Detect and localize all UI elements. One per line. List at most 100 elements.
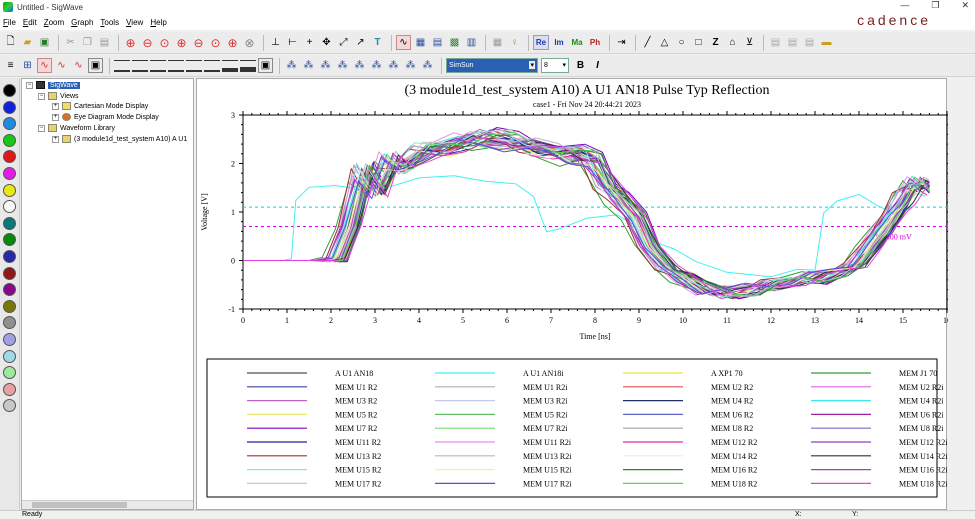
draw-rect-icon[interactable]: □	[691, 35, 706, 50]
draw-triangle-icon[interactable]: △	[657, 35, 672, 50]
marker-style-icon[interactable]: ⁂	[318, 58, 333, 73]
color-swatch[interactable]	[3, 399, 16, 413]
collapse-icon[interactable]: −	[26, 81, 33, 89]
color-swatch[interactable]	[3, 183, 16, 197]
tree-node-cartesian[interactable]: + Cartesian Mode Display	[52, 102, 148, 110]
close-button[interactable]: ✕	[961, 0, 969, 11]
phase-button[interactable]: Ph	[587, 35, 603, 50]
color-swatch[interactable]	[3, 266, 16, 280]
waveform-style2-icon[interactable]: ∿	[54, 58, 69, 73]
measure-icon[interactable]: ⤢	[336, 35, 351, 50]
color-swatch[interactable]	[3, 100, 16, 114]
tree-node-eye-diagram[interactable]: + Eye Diagram Mode Display	[52, 113, 159, 121]
color-swatch[interactable]	[3, 200, 16, 214]
color-swatch[interactable]	[3, 84, 16, 97]
line-width-icon[interactable]: ▣	[258, 58, 273, 73]
marker-style-icon[interactable]: ⁂	[420, 58, 435, 73]
zoom-x-icon[interactable]: ⊕	[174, 35, 189, 50]
font-size-select[interactable]: 8 ▾	[541, 58, 569, 73]
expand-icon[interactable]: +	[52, 102, 59, 110]
color-swatch[interactable]	[3, 349, 16, 363]
expand-icon[interactable]: +	[52, 135, 59, 143]
color-swatch[interactable]	[3, 150, 16, 164]
highlight-icon[interactable]: ▬	[819, 35, 834, 50]
move-icon[interactable]: ✥	[319, 35, 334, 50]
pin-icon[interactable]: ⇥	[614, 35, 629, 50]
new-file-icon[interactable]: 🗋	[3, 35, 18, 50]
imaginary-part-button[interactable]: Im	[551, 35, 567, 50]
vertical-scrollbar[interactable]	[948, 78, 966, 510]
cursor-h-icon[interactable]: ⊢	[285, 35, 300, 50]
table-view-icon[interactable]: ▦	[413, 35, 428, 50]
marker-style-icon[interactable]: ⁂	[284, 58, 299, 73]
line-style-icon[interactable]	[168, 59, 184, 72]
align-left-icon[interactable]: ▤	[768, 35, 783, 50]
color-swatch[interactable]	[3, 117, 16, 131]
marker-style-icon[interactable]: ⁂	[301, 58, 316, 73]
minimize-button[interactable]: —	[900, 0, 909, 11]
marker-style-icon[interactable]: ⁂	[369, 58, 384, 73]
color-swatch[interactable]	[3, 167, 16, 180]
list-view-icon[interactable]: ▤	[430, 35, 445, 50]
draw-circle-icon[interactable]: ○	[674, 35, 689, 50]
zoom-y-icon[interactable]: ⊖	[191, 35, 206, 50]
save-icon[interactable]: ▣	[37, 35, 52, 50]
menu-file[interactable]: File	[3, 18, 16, 27]
color-swatch[interactable]	[3, 133, 16, 147]
line-style-icon[interactable]	[240, 59, 256, 72]
line-style-icon[interactable]	[114, 59, 130, 72]
menu-zoom[interactable]: Zoom	[44, 18, 64, 27]
menu-graph[interactable]: Graph	[71, 18, 93, 27]
eye-view-icon[interactable]: ▩	[447, 35, 462, 50]
color-swatch[interactable]	[3, 382, 16, 396]
print-view-icon[interactable]: ▥	[464, 35, 479, 50]
wide-waveform-icon[interactable]: ▣	[88, 58, 103, 73]
color-swatch[interactable]	[3, 250, 16, 263]
tree-node-waveform[interactable]: + (3 module1d_test_system A10) A U1	[52, 135, 187, 143]
collapse-icon[interactable]: −	[38, 92, 45, 100]
color-swatch[interactable]	[3, 366, 16, 380]
copy-icon[interactable]: ❐	[80, 35, 95, 50]
waveform-view-icon[interactable]: ∿	[396, 35, 411, 50]
zoom-box-icon[interactable]: ⊙	[208, 35, 223, 50]
menu-tools[interactable]: Tools	[100, 18, 119, 27]
collapse-icon[interactable]: −	[38, 124, 45, 132]
align-center-icon[interactable]: ▤	[785, 35, 800, 50]
color-swatch[interactable]	[3, 283, 16, 297]
cut-icon[interactable]: ✂	[63, 35, 78, 50]
line-style-icon[interactable]	[132, 59, 148, 72]
paste-icon[interactable]: ▤	[97, 35, 112, 50]
waveform-style-icon[interactable]: ∿	[37, 58, 52, 73]
marker-style-icon[interactable]: ⁂	[335, 58, 350, 73]
color-swatch[interactable]	[3, 216, 16, 230]
probe-icon[interactable]: ♀	[507, 35, 522, 50]
menu-help[interactable]: Help	[150, 18, 166, 27]
marker-style-icon[interactable]: ⁂	[386, 58, 401, 73]
real-part-button[interactable]: Re	[533, 35, 549, 50]
zoom-fit-icon[interactable]: ⊙	[157, 35, 172, 50]
marker-icon[interactable]: ⊥	[268, 35, 283, 50]
expand-icon[interactable]: +	[52, 113, 59, 121]
color-swatch[interactable]	[3, 233, 16, 247]
line-style-icon[interactable]	[150, 59, 166, 72]
measure-tool-icon[interactable]: ⊞	[20, 58, 35, 73]
text-tool-icon[interactable]: T	[370, 35, 385, 50]
grid-icon[interactable]: ▦	[490, 35, 505, 50]
menu-view[interactable]: View	[126, 18, 143, 27]
waveform-chart[interactable]: (3 module1d_test_system A10) A U1 AN18 P…	[197, 79, 948, 511]
tree-node-library[interactable]: − Waveform Library	[38, 124, 115, 132]
italic-button[interactable]: I	[590, 58, 605, 73]
line-style-icon[interactable]	[186, 59, 202, 72]
open-folder-icon[interactable]: ▰	[20, 35, 35, 50]
magnitude-button[interactable]: Ma	[569, 35, 585, 50]
color-swatch[interactable]	[3, 316, 16, 330]
marker-style-icon[interactable]: ⁂	[403, 58, 418, 73]
scrollbar-thumb[interactable]	[32, 502, 127, 508]
tree-node-views[interactable]: − Views	[38, 92, 79, 100]
maximize-button[interactable]: ❐	[931, 0, 939, 11]
draw-polygon-icon[interactable]: ⌂	[725, 35, 740, 50]
marker-style-icon[interactable]: ⁂	[352, 58, 367, 73]
color-swatch[interactable]	[3, 299, 16, 313]
plot-type-icon[interactable]: ≡	[3, 58, 18, 73]
menu-edit[interactable]: Edit	[23, 18, 37, 27]
